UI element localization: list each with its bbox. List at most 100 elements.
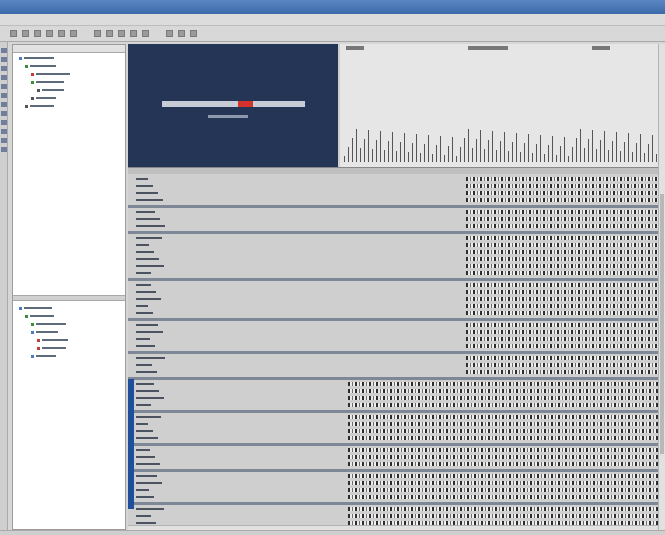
row-cells[interactable] <box>348 389 659 393</box>
row-cells[interactable] <box>348 462 659 466</box>
table-row[interactable] <box>128 415 665 419</box>
find-icon[interactable] <box>130 30 137 37</box>
table-row[interactable] <box>128 297 665 301</box>
table-row[interactable] <box>128 382 665 386</box>
vertical-scrollbar[interactable] <box>658 44 665 530</box>
settings-icon[interactable] <box>178 30 185 37</box>
sidebar-tool-icon[interactable] <box>1 120 7 125</box>
pane-splitter[interactable] <box>13 295 125 301</box>
row-cells[interactable] <box>466 191 659 195</box>
table-row[interactable] <box>128 474 665 478</box>
table-row[interactable] <box>128 217 665 221</box>
row-cells[interactable] <box>348 422 659 426</box>
table-row[interactable] <box>128 363 665 367</box>
row-cells[interactable] <box>466 297 659 301</box>
row-cells[interactable] <box>466 344 659 348</box>
table-row[interactable] <box>128 250 665 254</box>
sidebar-tool-icon[interactable] <box>1 93 7 98</box>
table-row[interactable] <box>128 429 665 433</box>
copy-icon[interactable] <box>70 30 77 37</box>
sidebar-tool-icon[interactable] <box>1 84 7 89</box>
row-cells[interactable] <box>348 455 659 459</box>
row-cells[interactable] <box>466 236 659 240</box>
row-cells[interactable] <box>348 495 659 499</box>
table-row[interactable] <box>128 271 665 275</box>
table-row[interactable] <box>128 198 665 202</box>
row-cells[interactable] <box>348 396 659 400</box>
row-cells[interactable] <box>348 382 659 386</box>
sidebar-tool-icon[interactable] <box>1 147 7 152</box>
table-row[interactable] <box>128 422 665 426</box>
table-row[interactable] <box>128 330 665 334</box>
row-cells[interactable] <box>466 243 659 247</box>
table-row[interactable] <box>128 184 665 188</box>
table-row[interactable] <box>128 283 665 287</box>
table-row[interactable] <box>128 236 665 240</box>
row-cells[interactable] <box>348 415 659 419</box>
table-row[interactable] <box>128 311 665 315</box>
table-row[interactable] <box>128 323 665 327</box>
row-cells[interactable] <box>348 429 659 433</box>
sidebar-tool-icon[interactable] <box>1 129 7 134</box>
row-cells[interactable] <box>466 311 659 315</box>
refresh-icon[interactable] <box>166 30 173 37</box>
table-row[interactable] <box>128 396 665 400</box>
row-cells[interactable] <box>466 283 659 287</box>
row-cells[interactable] <box>348 448 659 452</box>
cut-icon[interactable] <box>58 30 65 37</box>
table-row[interactable] <box>128 191 665 195</box>
row-cells[interactable] <box>466 210 659 214</box>
row-cells[interactable] <box>466 198 659 202</box>
row-cells[interactable] <box>466 264 659 268</box>
row-cells[interactable] <box>466 257 659 261</box>
table-row[interactable] <box>128 495 665 499</box>
save-icon[interactable] <box>34 30 41 37</box>
table-row[interactable] <box>128 304 665 308</box>
table-row[interactable] <box>128 337 665 341</box>
sidebar-tool-icon[interactable] <box>1 75 7 80</box>
redo-icon[interactable] <box>118 30 125 37</box>
row-cells[interactable] <box>348 436 659 440</box>
table-row[interactable] <box>128 243 665 247</box>
sidebar-tool-icon[interactable] <box>1 57 7 62</box>
table-row[interactable] <box>128 257 665 261</box>
sidebar-tool-icon[interactable] <box>1 138 7 143</box>
row-cells[interactable] <box>466 323 659 327</box>
table-row[interactable] <box>128 210 665 214</box>
table-row[interactable] <box>128 177 665 181</box>
row-cells[interactable] <box>348 403 659 407</box>
row-cells[interactable] <box>466 370 659 374</box>
row-cells[interactable] <box>348 507 659 511</box>
table-row[interactable] <box>128 507 665 511</box>
row-cells[interactable] <box>466 250 659 254</box>
row-cells[interactable] <box>348 514 659 518</box>
print-icon[interactable] <box>46 30 53 37</box>
row-cells[interactable] <box>466 304 659 308</box>
table-row[interactable] <box>128 290 665 294</box>
sidebar-tool-icon[interactable] <box>1 102 7 107</box>
open-icon[interactable] <box>22 30 29 37</box>
scroll-thumb[interactable] <box>660 194 664 454</box>
row-cells[interactable] <box>348 488 659 492</box>
row-cells[interactable] <box>466 217 659 221</box>
table-row[interactable] <box>128 224 665 228</box>
table-row[interactable] <box>128 389 665 393</box>
new-icon[interactable] <box>10 30 17 37</box>
row-cells[interactable] <box>466 290 659 294</box>
row-cells[interactable] <box>466 363 659 367</box>
table-row[interactable] <box>128 481 665 485</box>
table-row[interactable] <box>128 448 665 452</box>
table-row[interactable] <box>128 514 665 518</box>
row-cells[interactable] <box>466 356 659 360</box>
table-row[interactable] <box>128 264 665 268</box>
sidebar-tool-icon[interactable] <box>1 66 7 71</box>
sidebar-tool-icon[interactable] <box>1 111 7 116</box>
sidebar-tool-icon[interactable] <box>1 48 7 53</box>
table-row[interactable] <box>128 356 665 360</box>
row-cells[interactable] <box>348 481 659 485</box>
row-cells[interactable] <box>348 474 659 478</box>
paste-icon[interactable] <box>94 30 101 37</box>
table-row[interactable] <box>128 462 665 466</box>
table-row[interactable] <box>128 370 665 374</box>
undo-icon[interactable] <box>106 30 113 37</box>
